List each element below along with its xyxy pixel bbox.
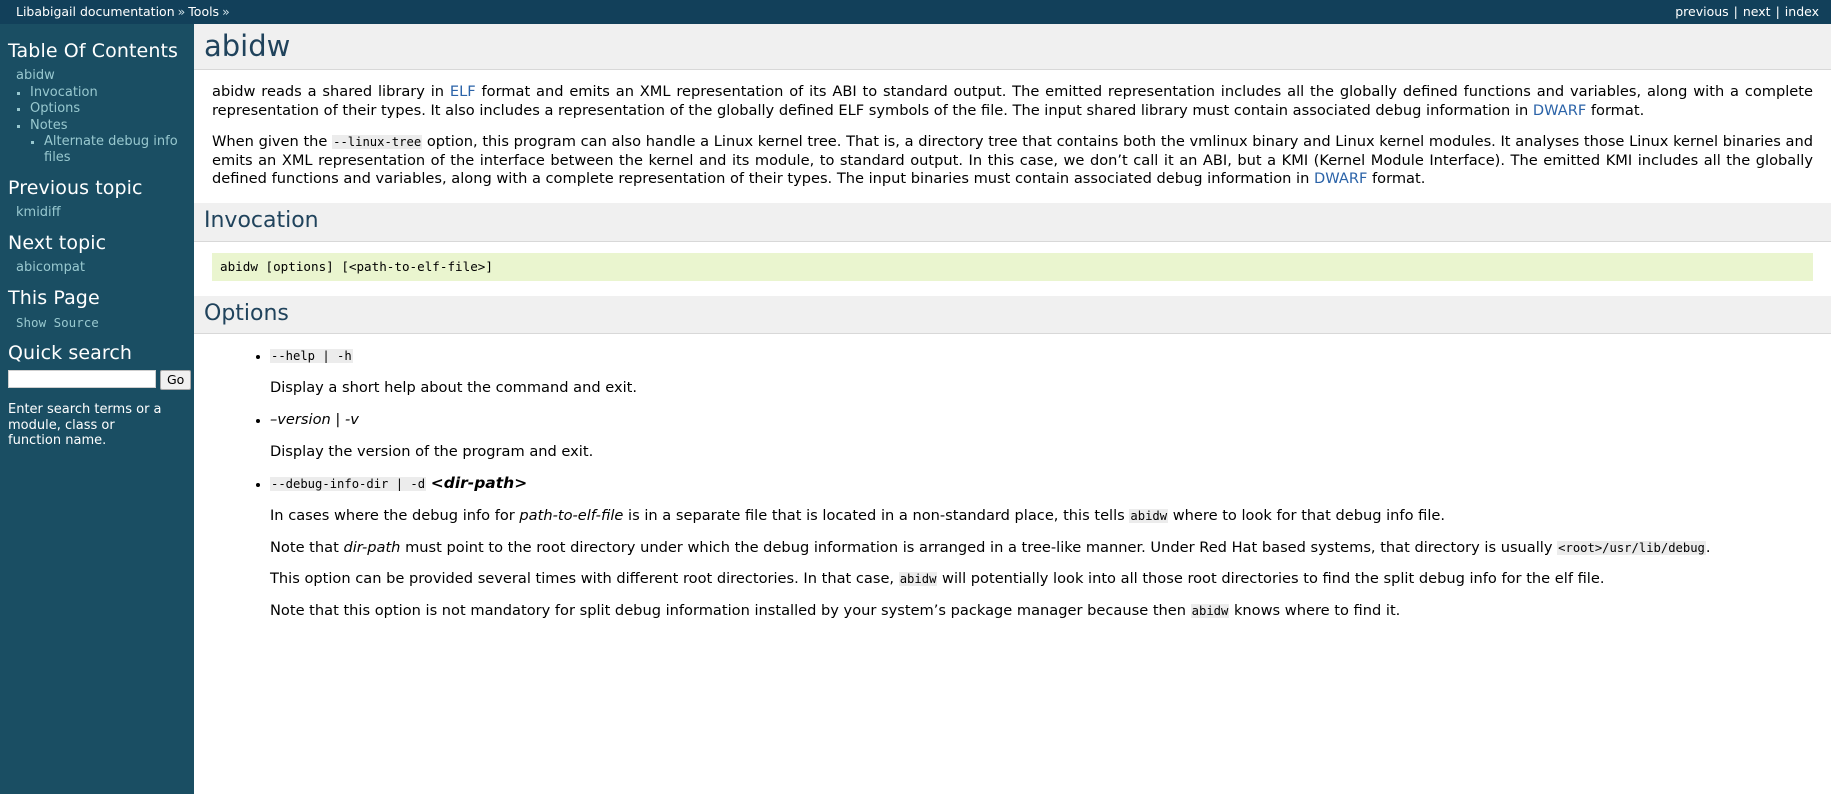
intro-p1-text-3: format. xyxy=(1586,101,1645,119)
main-content: abidw abidw reads a shared library in EL… xyxy=(194,24,1831,794)
opt3-p1-text-2: is in a separate file that is located in… xyxy=(623,507,1130,525)
nav-pipe-1: | xyxy=(1733,3,1738,19)
toc-link-alternate-debug-info-files[interactable]: Alternate debug info files xyxy=(44,134,178,165)
invocation-code-block: abidw [options] [<path-to-elf-file>] xyxy=(212,251,1813,281)
option-debug-info-dir-paragraph-3: This option can be provided several time… xyxy=(270,570,1796,589)
intro-block: abidw reads a shared library in ELF form… xyxy=(194,83,1831,189)
option-debug-info-dir-argument: <dir-path> xyxy=(430,474,528,493)
linux-tree-code: --linux-tree xyxy=(332,135,423,150)
intro-p2-text-1: When given the xyxy=(212,133,333,151)
list-item: –version | -v Display the version of the… xyxy=(270,410,1831,462)
option-debug-info-dir-paragraph-2: Note that dir-path must point to the roo… xyxy=(270,539,1796,558)
option-help-description: Display a short help about the command a… xyxy=(270,379,638,397)
show-source-link[interactable]: Show Source xyxy=(8,315,182,330)
page-container: Table Of Contents abidw Invocation Optio… xyxy=(0,24,1831,794)
index-link[interactable]: index xyxy=(1785,5,1819,19)
option-help-code: --help | -h xyxy=(270,349,353,364)
search-hint-text: Enter search terms or a module, class or… xyxy=(8,402,162,448)
option-help-head: --help | -h xyxy=(270,346,1831,366)
previous-link[interactable]: previous xyxy=(1675,5,1728,19)
intro-paragraph-1: abidw reads a shared library in ELF form… xyxy=(212,83,1813,120)
toc-item-abidw: abidw Invocation Options Notes Alternate… xyxy=(16,68,182,165)
opt3-p1-text-1: In cases where the debug info for xyxy=(270,507,520,525)
opt3-p3-text-2: will potentially look into all those roo… xyxy=(937,570,1605,588)
abidw-code-3: abidw xyxy=(1190,603,1230,618)
abidw-code-1: abidw xyxy=(1129,509,1169,524)
search-form: Go xyxy=(8,370,192,390)
invocation-heading: Invocation xyxy=(204,207,319,233)
intro-p2-text-2: option, this program can also handle a L… xyxy=(212,133,1813,188)
search-input[interactable] xyxy=(8,370,156,388)
option-version-head: –version | -v xyxy=(270,410,1831,430)
option-version-body: Display the version of the program and e… xyxy=(270,443,1831,462)
next-topic-link[interactable]: abicompat xyxy=(8,260,182,275)
intro-p1-text-1: abidw reads a shared library in xyxy=(212,83,450,101)
search-go-button[interactable]: Go xyxy=(160,370,192,390)
breadcrumb-separator-1: » xyxy=(177,3,186,19)
next-link[interactable]: next xyxy=(1743,5,1771,19)
opt3-p1-text-3: where to look for that debug info file. xyxy=(1168,507,1445,525)
option-help-body: Display a short help about the command a… xyxy=(270,379,1831,398)
invocation-code-text: abidw [options] [<path-to-elf-file>] xyxy=(220,258,493,274)
option-debug-info-dir-body: In cases where the debug info for path-t… xyxy=(270,507,1831,620)
dwarf-link-2[interactable]: DWARF xyxy=(1314,170,1367,187)
dir-path-emphasis: dir-path xyxy=(343,538,401,556)
option-version-code: –version | -v xyxy=(270,410,359,428)
previous-topic-title: Previous topic xyxy=(8,177,143,199)
table-of-contents: abidw Invocation Options Notes Alternate… xyxy=(8,68,182,165)
toc-link-invocation[interactable]: Invocation xyxy=(30,85,98,100)
intro-paragraph-2: When given the --linux-tree option, this… xyxy=(212,133,1813,189)
nav-pipe-2: | xyxy=(1775,3,1780,19)
top-navigation-links: previous | next | index xyxy=(1675,3,1819,19)
path-to-elf-file-emphasis: path-to-elf-file xyxy=(519,507,624,525)
option-debug-info-dir-paragraph-1: In cases where the debug info for path-t… xyxy=(270,507,1796,526)
breadcrumb-separator-2: » xyxy=(222,3,230,19)
option-version-description: Display the version of the program and e… xyxy=(270,442,594,460)
toc-item-alternate-debug-info-files[interactable]: Alternate debug info files xyxy=(44,134,182,165)
opt3-p2-text-2: must point to the root directory under w… xyxy=(400,538,1558,556)
list-item: --help | -h Display a short help about t… xyxy=(270,346,1831,398)
options-title-band: Options xyxy=(194,295,1831,335)
toc-item-notes[interactable]: Notes Alternate debug info files xyxy=(30,118,182,166)
breadcrumb-root-link[interactable]: Libabigail documentation xyxy=(16,4,175,19)
opt3-p3-text-1: This option can be provided several time… xyxy=(270,570,899,588)
invocation-title-band: Invocation xyxy=(194,202,1831,242)
toc-link-notes[interactable]: Notes xyxy=(30,118,68,133)
search-box: Go Enter search terms or a module, class… xyxy=(8,370,192,449)
quick-search-title: Quick search xyxy=(8,342,133,364)
this-page-title: This Page xyxy=(8,287,100,309)
toc-title: Table Of Contents xyxy=(8,40,179,62)
opt3-p2-text-1: Note that xyxy=(270,538,344,556)
sidebar: Table Of Contents abidw Invocation Optio… xyxy=(0,24,194,794)
option-debug-info-dir-code: --debug-info-dir | -d xyxy=(270,477,427,492)
toc-item-options[interactable]: Options xyxy=(30,101,182,117)
options-list: --help | -h Display a short help about t… xyxy=(194,346,1831,620)
opt3-p4-text-2: knows where to find it. xyxy=(1229,601,1401,619)
toc-sublist: Invocation Options Notes Alternate debug… xyxy=(16,85,182,166)
related-bar: Libabigail documentation» Tools» previous… xyxy=(0,0,1831,24)
opt3-p4-text-1: Note that this option is not mandatory f… xyxy=(270,601,1191,619)
abidw-code-2: abidw xyxy=(898,572,938,587)
previous-topic-link[interactable]: kmidiff xyxy=(8,205,182,220)
opt3-p2-text-3: . xyxy=(1705,538,1711,556)
options-heading: Options xyxy=(204,300,289,326)
next-topic-title: Next topic xyxy=(8,232,107,254)
intro-p2-text-3: format. xyxy=(1367,170,1426,188)
page-title-band: abidw xyxy=(194,24,1831,71)
debug-root-path-code: <root>/usr/lib/debug xyxy=(1557,540,1706,555)
option-debug-info-dir-head: --debug-info-dir | -d <dir-path> xyxy=(270,473,1831,494)
toc-sublist-notes: Alternate debug info files xyxy=(30,134,182,165)
page-title: abidw xyxy=(204,29,291,63)
list-item: --debug-info-dir | -d <dir-path> In case… xyxy=(270,473,1831,620)
option-debug-info-dir-paragraph-4: Note that this option is not mandatory f… xyxy=(270,602,1796,621)
toc-link-options[interactable]: Options xyxy=(30,101,80,116)
toc-link-abidw[interactable]: abidw xyxy=(16,68,55,83)
breadcrumb-section-link[interactable]: Tools xyxy=(188,4,219,19)
breadcrumb: Libabigail documentation» Tools» xyxy=(16,3,233,19)
dwarf-link-1[interactable]: DWARF xyxy=(1533,102,1586,119)
elf-link[interactable]: ELF xyxy=(450,83,476,100)
toc-item-invocation[interactable]: Invocation xyxy=(30,85,182,101)
